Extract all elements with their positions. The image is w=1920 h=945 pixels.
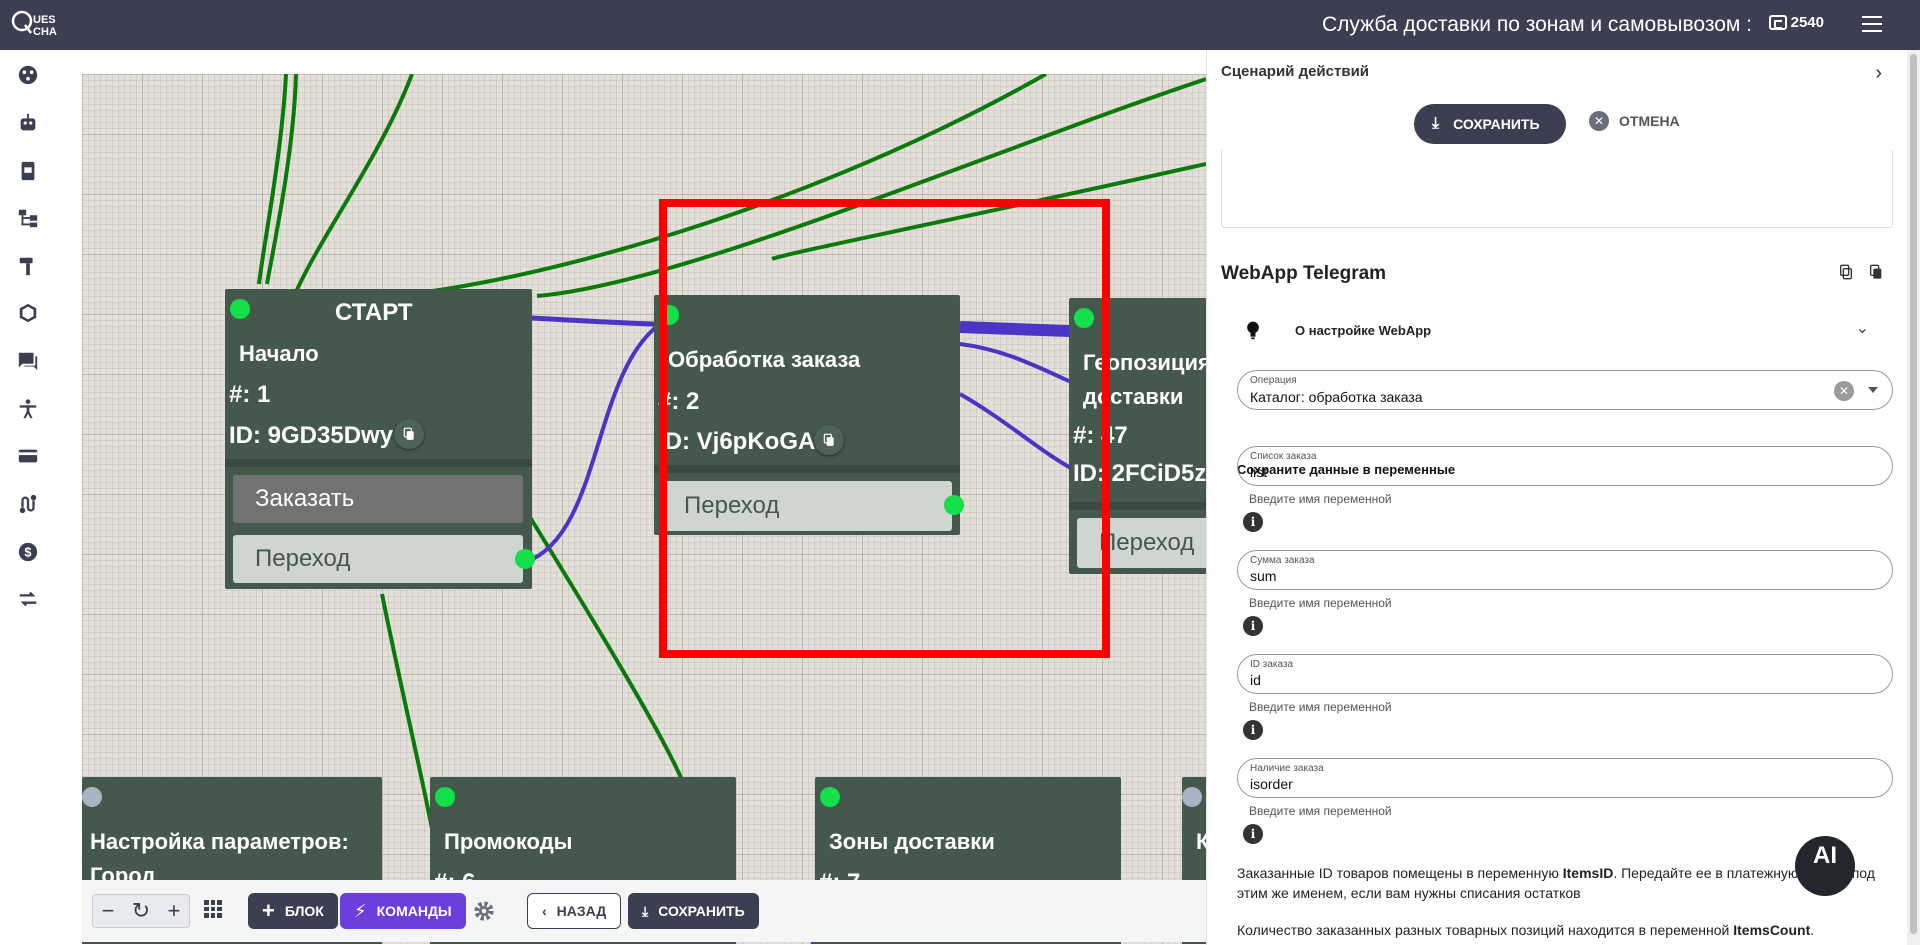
node-start-title: СТАРТ: [335, 299, 413, 326]
zoom-controls: − ↻ +: [92, 894, 190, 928]
panel-title: Сценарий действий: [1221, 63, 1370, 80]
node-input-port[interactable]: [82, 787, 102, 807]
info-icon[interactable]: i: [1243, 720, 1263, 740]
swap-icon[interactable]: [17, 588, 39, 610]
svg-text:UES: UES: [33, 14, 56, 26]
node-name: Начало: [239, 341, 319, 366]
node-name: К: [1196, 829, 1206, 854]
wallet-icon: [1768, 15, 1787, 30]
device-icon[interactable]: [17, 160, 39, 182]
panel-cancel-button[interactable]: ✕ ОТМЕНА: [1589, 111, 1680, 131]
balance-value: 2540: [1790, 14, 1824, 31]
accessibility-icon[interactable]: [17, 398, 39, 420]
cube-icon[interactable]: [17, 302, 39, 324]
download-icon: ⤓: [1432, 115, 1440, 132]
order-sum-field[interactable]: Сумма заказа sum: [1237, 550, 1893, 590]
node-button-order[interactable]: Заказать: [233, 475, 523, 523]
items-count-info: Количество заказанных разных товарных по…: [1237, 922, 1815, 938]
scenario-title: Служба доставки по зонам и самовывозом :: [1321, 13, 1752, 36]
zoom-reset-button[interactable]: ↻: [132, 898, 150, 924]
operation-value: Каталог: обработка заказа: [1250, 389, 1423, 405]
zoom-out-button[interactable]: −: [102, 898, 115, 924]
canvas-toolbar: − ↻ + + БЛОК ⚡ КОМАНДЫ ‹ НАЗАД ⤓ СОХРАНИ…: [82, 880, 1206, 942]
grid-icon[interactable]: [204, 900, 222, 918]
about-label: О настройке WebApp: [1295, 322, 1432, 338]
chevron-right-icon[interactable]: ›: [1875, 62, 1882, 85]
node-input-port[interactable]: [820, 787, 840, 807]
panel-save-button[interactable]: ⤓ СОХРАНИТЬ: [1414, 104, 1566, 144]
field-hint: Введите имя переменной: [1249, 700, 1392, 714]
plus-icon: +: [262, 898, 275, 923]
panel-scrollbar[interactable]: [1907, 50, 1920, 945]
about-webapp-accordion[interactable]: О настройке WebApp ⌄: [1243, 318, 1869, 342]
flow-canvas[interactable]: СТАРТ Начало #: 1 ID: 9GD35Dwy Заказать …: [82, 74, 1206, 944]
field-hint: Введите имя переменной: [1249, 492, 1392, 506]
order-list-field[interactable]: Список заказа list: [1237, 446, 1893, 486]
commands-button[interactable]: ⚡ КОМАНДЫ: [340, 893, 466, 929]
balance-badge[interactable]: 2540: [1768, 14, 1824, 31]
ai-assistant-button[interactable]: AI: [1795, 836, 1855, 896]
node-input-port[interactable]: [230, 299, 250, 319]
menu-icon[interactable]: [1862, 16, 1882, 32]
download-icon: ⤓: [642, 902, 649, 919]
node-name: Промокоды: [444, 829, 573, 854]
logo[interactable]: UES CHA: [11, 8, 71, 42]
order-id-field[interactable]: ID заказа id: [1237, 654, 1893, 694]
sidebar: $: [0, 50, 56, 945]
zoom-in-button[interactable]: +: [168, 898, 181, 924]
add-block-button[interactable]: + БЛОК: [248, 893, 338, 929]
action-scenario-panel: Сценарий действий › ⤓ СОХРАНИТЬ ✕ ОТМЕНА…: [1206, 50, 1920, 945]
lightbulb-icon: [1247, 321, 1259, 340]
info-icon[interactable]: i: [1243, 824, 1263, 844]
chevron-left-icon: ‹: [542, 903, 547, 919]
node-name-line1: Настройка параметров:: [90, 829, 349, 854]
copy-id-icon[interactable]: [394, 419, 424, 449]
dollar-icon[interactable]: $: [17, 541, 39, 563]
chevron-down-icon: ⌄: [1855, 320, 1869, 337]
field-hint: Введите имя переменной: [1249, 804, 1392, 818]
node-output-port[interactable]: [515, 549, 535, 569]
operation-label: Операция: [1250, 375, 1297, 386]
close-icon: ✕: [1589, 111, 1609, 131]
block-title: WebApp Telegram: [1221, 263, 1387, 284]
clear-icon[interactable]: ✕: [1834, 381, 1854, 401]
info-icon[interactable]: i: [1243, 616, 1263, 636]
node-number: #: 1: [229, 381, 271, 408]
paste-icon[interactable]: [1868, 264, 1884, 280]
order-exists-field[interactable]: Наличие заказа isorder: [1237, 758, 1893, 798]
back-button[interactable]: ‹ НАЗАД: [527, 893, 622, 929]
copy-icon[interactable]: [1838, 264, 1854, 280]
highlight-box: [659, 199, 1110, 658]
node-id: ID: 9GD35Dwy: [229, 422, 394, 449]
gear-icon[interactable]: [473, 900, 495, 922]
node-name: Зоны доставки: [829, 829, 995, 854]
node-input-port[interactable]: [435, 787, 455, 807]
chat-icon[interactable]: [17, 350, 39, 372]
lightning-icon: ⚡: [354, 900, 367, 921]
tree-icon[interactable]: [17, 207, 39, 229]
node-button-transition[interactable]: Переход: [233, 535, 535, 583]
top-bar: UES CHA Служба доставки по зонам и самов…: [0, 0, 1920, 50]
route-icon[interactable]: [17, 493, 39, 515]
dashboard-icon[interactable]: [17, 64, 39, 86]
info-icon[interactable]: i: [1243, 512, 1263, 532]
card-icon[interactable]: [17, 445, 39, 467]
field-hint: Введите имя переменной: [1249, 596, 1392, 610]
dropdown-arrow-icon[interactable]: [1868, 387, 1878, 393]
robot-icon[interactable]: [17, 112, 39, 134]
hammer-icon[interactable]: [17, 255, 39, 277]
clipped-field: [1221, 150, 1893, 228]
toolbar-save-button[interactable]: ⤓ СОХРАНИТЬ: [628, 893, 759, 929]
operation-select[interactable]: Операция Каталог: обработка заказа ✕: [1237, 370, 1893, 410]
svg-text:$: $: [24, 545, 31, 560]
node-input-port[interactable]: [1182, 787, 1202, 807]
node-start[interactable]: СТАРТ Начало #: 1 ID: 9GD35Dwy Заказать …: [225, 289, 535, 589]
svg-text:CHA: CHA: [33, 26, 57, 38]
